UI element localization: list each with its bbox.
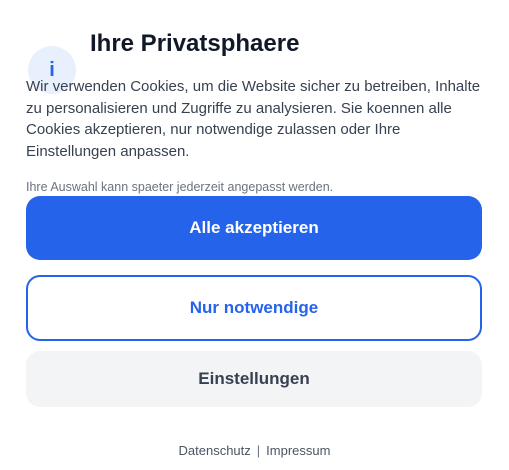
footer-links: Datenschutz | Impressum bbox=[0, 442, 509, 460]
dialog-title: Ihre Privatsphaere bbox=[90, 30, 300, 57]
accept-all-button[interactable]: Alle akzeptieren bbox=[26, 196, 482, 260]
imprint-link[interactable]: Impressum bbox=[266, 443, 330, 458]
settings-button[interactable]: Einstellungen bbox=[26, 351, 482, 407]
necessary-only-button[interactable]: Nur notwendige bbox=[26, 275, 482, 341]
dialog-note: Ihre Auswahl kann spaeter jederzeit ange… bbox=[26, 180, 334, 194]
privacy-link[interactable]: Datenschutz bbox=[179, 443, 251, 458]
footer-separator: | bbox=[256, 443, 261, 458]
dialog-description: Wir verwenden Cookies, um die Website si… bbox=[26, 78, 481, 160]
